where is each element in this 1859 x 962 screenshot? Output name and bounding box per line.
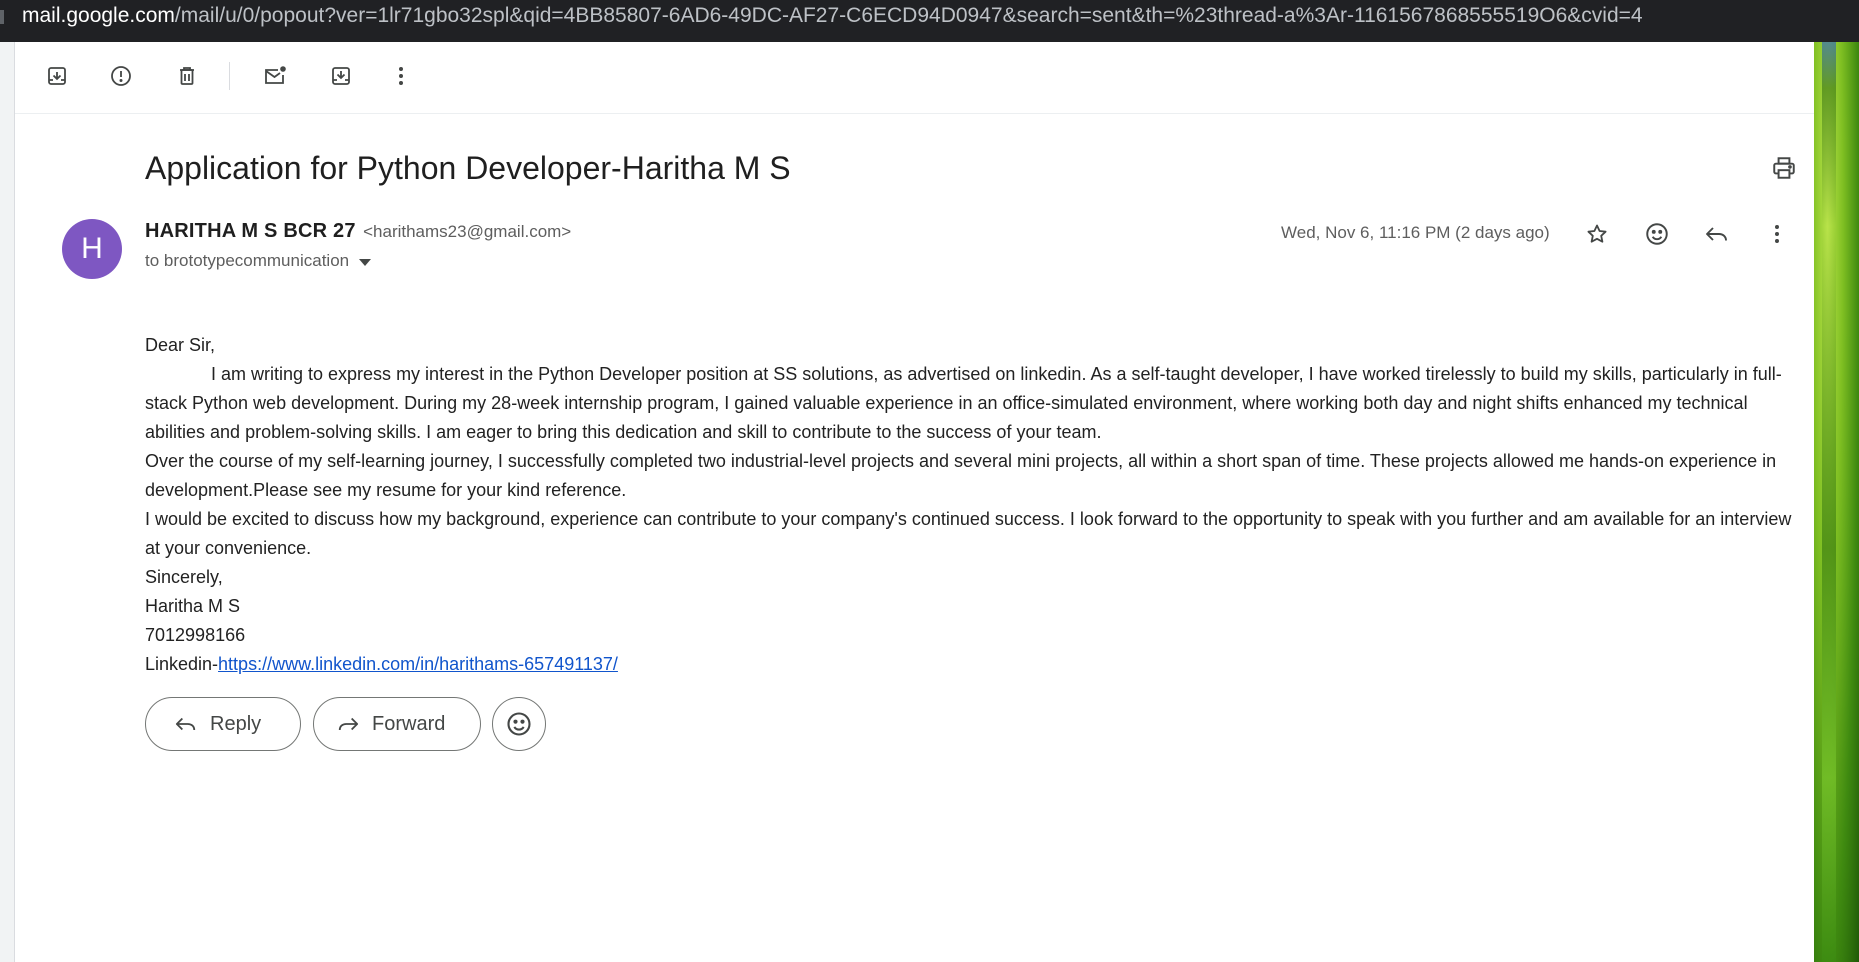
email-toolbar bbox=[15, 42, 1814, 114]
sender-avatar[interactable]: H bbox=[62, 219, 122, 279]
more-vert-icon bbox=[1765, 222, 1789, 246]
email-body: Dear Sir, I am writing to express my int… bbox=[145, 331, 1795, 679]
closing: Sincerely, bbox=[145, 567, 223, 587]
tab-edge bbox=[0, 10, 4, 24]
delete-icon bbox=[175, 64, 199, 88]
email-date: Wed, Nov 6, 11:16 PM (2 days ago) bbox=[1281, 223, 1550, 242]
report-spam-icon bbox=[109, 64, 133, 88]
emoji-icon bbox=[1644, 221, 1670, 247]
star-icon bbox=[1585, 222, 1609, 246]
email-popout-window: Application for Python Developer-Haritha… bbox=[15, 42, 1814, 962]
body-paragraph-3: I would be excited to discuss how my bac… bbox=[145, 509, 1792, 558]
signature-name: Haritha M S bbox=[145, 596, 241, 616]
more-vert-icon bbox=[389, 64, 413, 88]
print-button[interactable] bbox=[1762, 146, 1806, 190]
archive-icon bbox=[45, 64, 69, 88]
linkedin-prefix: Linkedin- bbox=[145, 654, 219, 674]
mark-unread-button[interactable] bbox=[255, 56, 295, 96]
sender-email: <harithams23@gmail.com> bbox=[363, 222, 572, 241]
print-icon bbox=[1771, 155, 1797, 181]
greeting: Dear Sir, bbox=[145, 335, 216, 355]
body-paragraph-1: I am writing to express my interest in t… bbox=[145, 364, 1782, 442]
forward-label: Forward bbox=[372, 712, 446, 735]
sender-line: HARITHA M S BCR 27 <harithams23@gmail.co… bbox=[145, 220, 571, 243]
reply-label: Reply bbox=[210, 712, 262, 735]
reply-action-button[interactable]: Reply bbox=[145, 697, 301, 751]
delete-button[interactable] bbox=[167, 56, 207, 96]
signature-linkedin: Linkedin-https://www.linkedin.com/in/har… bbox=[145, 650, 1795, 679]
mark-unread-icon bbox=[262, 64, 288, 88]
emoji-icon bbox=[505, 710, 533, 738]
move-to-icon bbox=[329, 64, 353, 88]
recipient-text: to brototypecommunication bbox=[145, 251, 350, 270]
reply-icon bbox=[174, 713, 198, 735]
desktop-wallpaper bbox=[1814, 42, 1859, 962]
linkedin-link[interactable]: https://www.linkedin.com/in/harithams-65… bbox=[218, 654, 618, 674]
star-button[interactable] bbox=[1575, 212, 1619, 256]
body-paragraph-2: Over the course of my self-learning jour… bbox=[145, 451, 1777, 500]
reply-button[interactable] bbox=[1695, 212, 1739, 256]
toolbar-separator bbox=[229, 62, 230, 90]
more-options-button[interactable] bbox=[381, 56, 421, 96]
signature-phone: 7012998166 bbox=[145, 625, 246, 645]
recipient-details-caret-icon[interactable] bbox=[359, 258, 372, 266]
email-subject: Application for Python Developer-Haritha… bbox=[145, 150, 791, 186]
forward-icon bbox=[336, 713, 360, 735]
recipient-line[interactable]: to brototypecommunication bbox=[145, 251, 372, 271]
reply-icon bbox=[1704, 222, 1730, 246]
window-left-edge bbox=[0, 42, 15, 962]
move-to-button[interactable] bbox=[321, 56, 361, 96]
add-reaction-button[interactable] bbox=[1635, 212, 1679, 256]
sender-name[interactable]: HARITHA M S BCR 27 bbox=[145, 220, 356, 242]
address-bar[interactable]: mail.google.com/mail/u/0/popout?ver=1lr7… bbox=[0, 0, 1859, 42]
forward-action-button[interactable]: Forward bbox=[313, 697, 481, 751]
url-host: mail.google.com bbox=[22, 4, 175, 27]
message-more-button[interactable] bbox=[1755, 212, 1799, 256]
archive-button[interactable] bbox=[37, 56, 77, 96]
emoji-reaction-button[interactable] bbox=[492, 697, 546, 751]
url-path: /mail/u/0/popout?ver=1lr71gbo32spl&qid=4… bbox=[174, 4, 1643, 27]
report-spam-button[interactable] bbox=[101, 56, 141, 96]
